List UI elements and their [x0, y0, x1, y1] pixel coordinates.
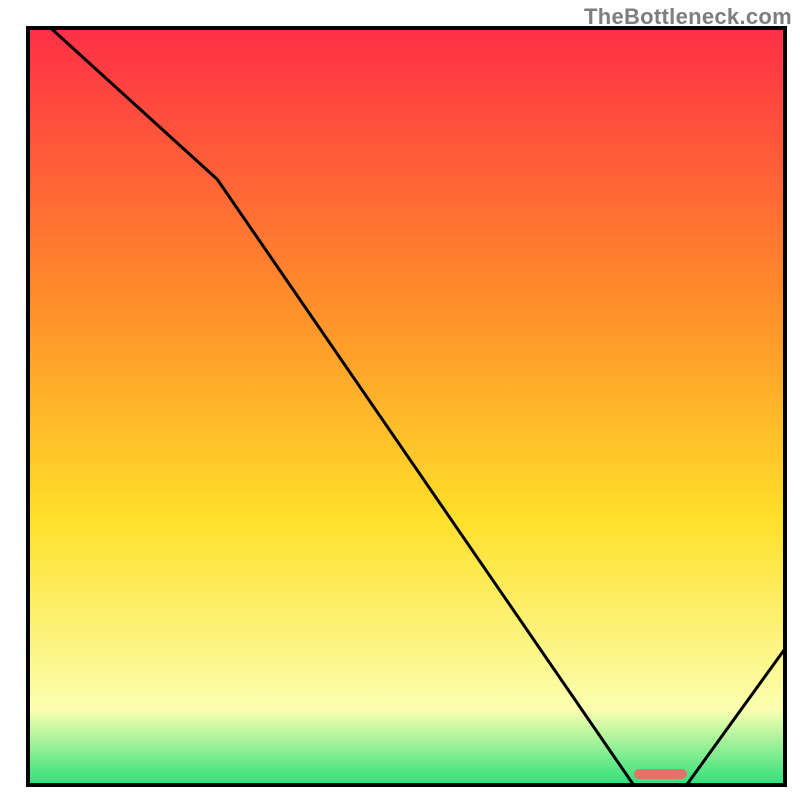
chart-container: TheBottleneck.com [0, 0, 800, 800]
gradient-background [28, 28, 785, 785]
optimal-range-indicator [634, 769, 687, 779]
watermark-text: TheBottleneck.com [584, 4, 792, 30]
bottleneck-chart [0, 0, 800, 800]
